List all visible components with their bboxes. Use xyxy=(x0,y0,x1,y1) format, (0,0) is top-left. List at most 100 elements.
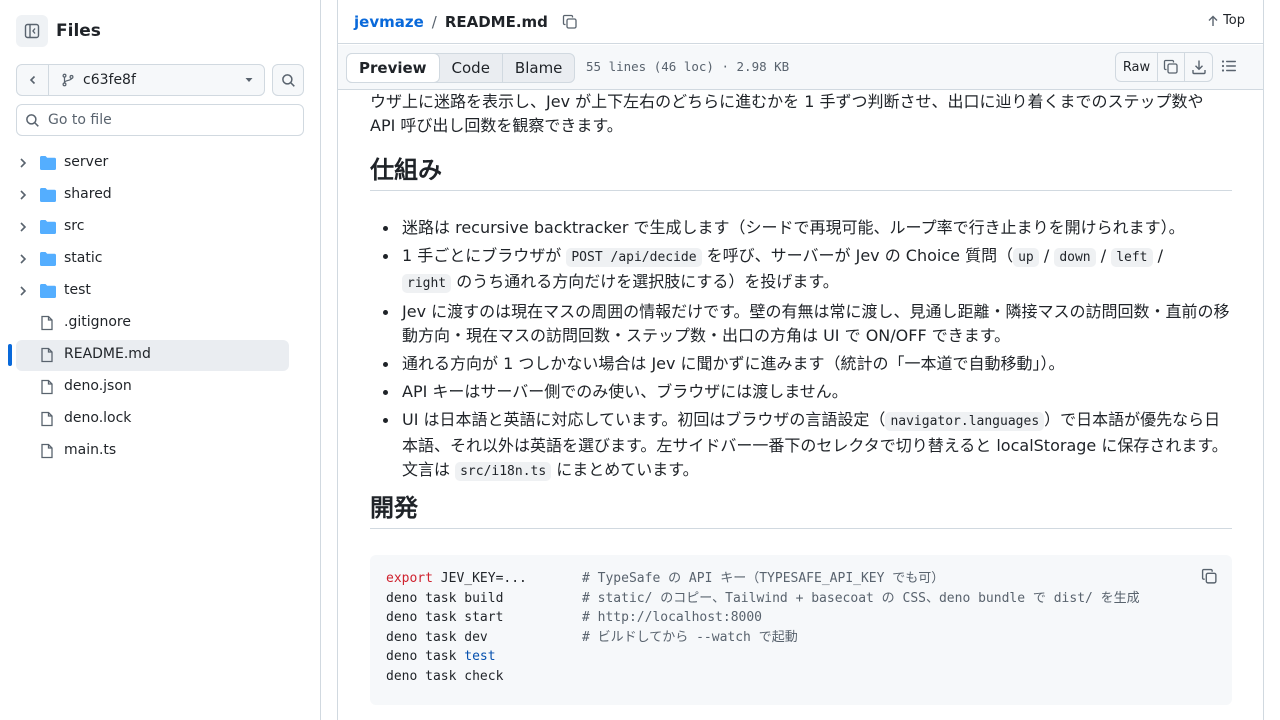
list-item-text: 迷路は recursive backtracker で生成します（シードで再現可… xyxy=(402,218,1185,237)
tree-item-server[interactable]: server xyxy=(0,147,320,179)
file-meta: 55 lines (46 loc) · 2.98 KB xyxy=(586,59,790,74)
copy-raw-button[interactable] xyxy=(1158,53,1185,81)
back-to-top-link[interactable]: Top xyxy=(1207,13,1245,28)
tree-item-test[interactable]: test xyxy=(0,275,320,307)
outline-button[interactable] xyxy=(1220,57,1238,79)
tree-item-deno-lock[interactable]: deno.lock xyxy=(0,403,320,435)
list-item-text: API キーはサーバー側でのみ使い、ブラウザには渡しません。 xyxy=(402,382,848,401)
file-icon xyxy=(41,379,53,395)
tree-item-shared[interactable]: shared xyxy=(0,179,320,211)
intro-line-1: ウザ上に迷路を表示し、Jev が上下左右のどちらに進むかを 1 手ずつ判断させ、… xyxy=(370,92,1204,111)
tree-item-src[interactable]: src xyxy=(0,211,320,243)
code-comment: # TypeSafe の API キー（TYPESAFE_API_KEY でも可… xyxy=(582,571,945,586)
git-branch-icon xyxy=(62,73,74,87)
code-comment: # ビルドしてから --watch で起動 xyxy=(582,629,798,645)
folder-icon xyxy=(40,188,56,202)
tree-item-label: shared xyxy=(64,186,112,202)
inline-code: left xyxy=(1111,248,1153,267)
chevron-right-icon[interactable] xyxy=(18,221,28,233)
inline-code: right xyxy=(402,274,452,293)
sidebar-collapse-icon xyxy=(24,23,40,39)
list-item-text: Jev に渡すのは現在マスの周囲の情報だけです。壁の有無は常に渡し、見通し距離・… xyxy=(402,302,1230,345)
branch-select[interactable]: c63fe8f xyxy=(49,65,264,95)
tree-item-label: .gitignore xyxy=(64,314,131,330)
code-text: deno task dev xyxy=(386,629,488,645)
inline-code: navigator.languages xyxy=(885,412,1045,431)
list-item-text: 通れる方向が 1 つしかない場合は Jev に聞かずに進みます（統計の「一本道で… xyxy=(402,354,1065,373)
code-line: deno task test xyxy=(386,647,1216,667)
file-toolbar: Preview Code Blame 55 lines (46 loc) · 2… xyxy=(338,45,1263,90)
back-button[interactable] xyxy=(17,65,49,95)
inline-code: src/i18n.ts xyxy=(455,462,552,481)
copy-path-button[interactable] xyxy=(562,14,578,30)
tree-item-static[interactable]: static xyxy=(0,243,320,275)
sidebar-title: Files xyxy=(56,21,101,41)
tree-item-label: deno.json xyxy=(64,378,132,394)
active-item-indicator xyxy=(8,344,12,366)
file-tree-sidebar: Files c63fe8f server sha xyxy=(0,0,321,720)
tab-preview[interactable]: Preview xyxy=(346,53,440,83)
list-item-text: / xyxy=(1095,246,1112,265)
chevron-right-icon[interactable] xyxy=(18,253,28,265)
folder-icon xyxy=(40,156,56,170)
chevron-left-icon xyxy=(29,75,35,85)
chevron-right-icon[interactable] xyxy=(18,157,28,169)
file-icon xyxy=(41,411,53,427)
breadcrumb-repo-link[interactable]: jevmaze xyxy=(354,13,424,31)
inline-code: down xyxy=(1054,248,1096,267)
tab-blame[interactable]: Blame xyxy=(503,54,575,82)
breadcrumb: jevmaze / README.md Top xyxy=(338,0,1263,44)
list-unordered-icon xyxy=(1221,60,1236,72)
tree-item-readme[interactable]: README.md xyxy=(0,339,320,371)
list-item: 迷路は recursive backtracker で生成します（シードで再現可… xyxy=(370,216,1232,240)
mechanism-list: 迷路は recursive backtracker で生成します（シードで再現可… xyxy=(370,216,1232,488)
copy-icon xyxy=(562,14,577,29)
file-actions-group: Raw xyxy=(1115,52,1213,82)
view-mode-tabs: Preview Code Blame xyxy=(346,53,576,83)
search-button[interactable] xyxy=(272,64,304,96)
search-icon xyxy=(281,73,295,87)
tree-item-label: server xyxy=(64,154,109,170)
tree-item-label: src xyxy=(64,218,85,234)
copy-code-button[interactable] xyxy=(1201,568,1218,592)
section-heading-mechanism: 仕組み xyxy=(370,158,1232,191)
file-icon xyxy=(41,443,53,459)
chevron-right-icon[interactable] xyxy=(18,189,28,201)
file-icon xyxy=(41,347,53,363)
branch-name: c63fe8f xyxy=(83,72,136,88)
list-item-text: を呼び、サーバーが Jev の Choice 質問（ xyxy=(701,246,1014,265)
code-text: deno task build xyxy=(386,590,504,606)
raw-button[interactable]: Raw xyxy=(1116,53,1158,81)
chevron-right-icon[interactable] xyxy=(18,285,28,297)
folder-icon xyxy=(40,284,56,298)
code-line: deno task dev # ビルドしてから --watch で起動 xyxy=(386,628,1216,648)
search-icon xyxy=(26,113,39,127)
code-line: deno task check xyxy=(386,667,1216,687)
go-to-file-field[interactable] xyxy=(16,104,304,136)
copy-icon xyxy=(1163,59,1178,74)
collapse-sidebar-button[interactable] xyxy=(16,15,48,47)
tree-item-gitignore[interactable]: .gitignore xyxy=(0,307,320,339)
download-icon xyxy=(1191,60,1206,75)
section-heading-development: 開発 xyxy=(370,496,1232,529)
breadcrumb-file-name: README.md xyxy=(444,12,548,31)
caret-down-icon xyxy=(245,78,253,82)
download-button[interactable] xyxy=(1185,53,1212,81)
code-text: deno task check xyxy=(386,668,504,684)
tree-item-deno-json[interactable]: deno.json xyxy=(0,371,320,403)
intro-line-2: API 呼び出し回数を観察できます。 xyxy=(370,116,623,135)
tree-item-label: test xyxy=(64,282,91,298)
tree-item-label: static xyxy=(64,250,103,266)
file-tree: server shared src static test .gitignore xyxy=(0,147,320,467)
list-item-text: にまとめています。 xyxy=(551,460,699,479)
branch-picker-group: c63fe8f xyxy=(16,64,265,96)
sidebar-header: Files xyxy=(16,15,101,47)
top-label: Top xyxy=(1223,13,1245,28)
go-to-file-input[interactable] xyxy=(48,112,288,128)
tree-item-main-ts[interactable]: main.ts xyxy=(0,435,320,467)
tab-code[interactable]: Code xyxy=(440,54,503,82)
folder-icon xyxy=(40,220,56,234)
code-keyword: export xyxy=(386,571,433,586)
intro-paragraph: ウザ上に迷路を表示し、Jev が上下左右のどちらに進むかを 1 手ずつ判断させ、… xyxy=(370,90,1203,138)
tree-item-label: deno.lock xyxy=(64,410,132,426)
